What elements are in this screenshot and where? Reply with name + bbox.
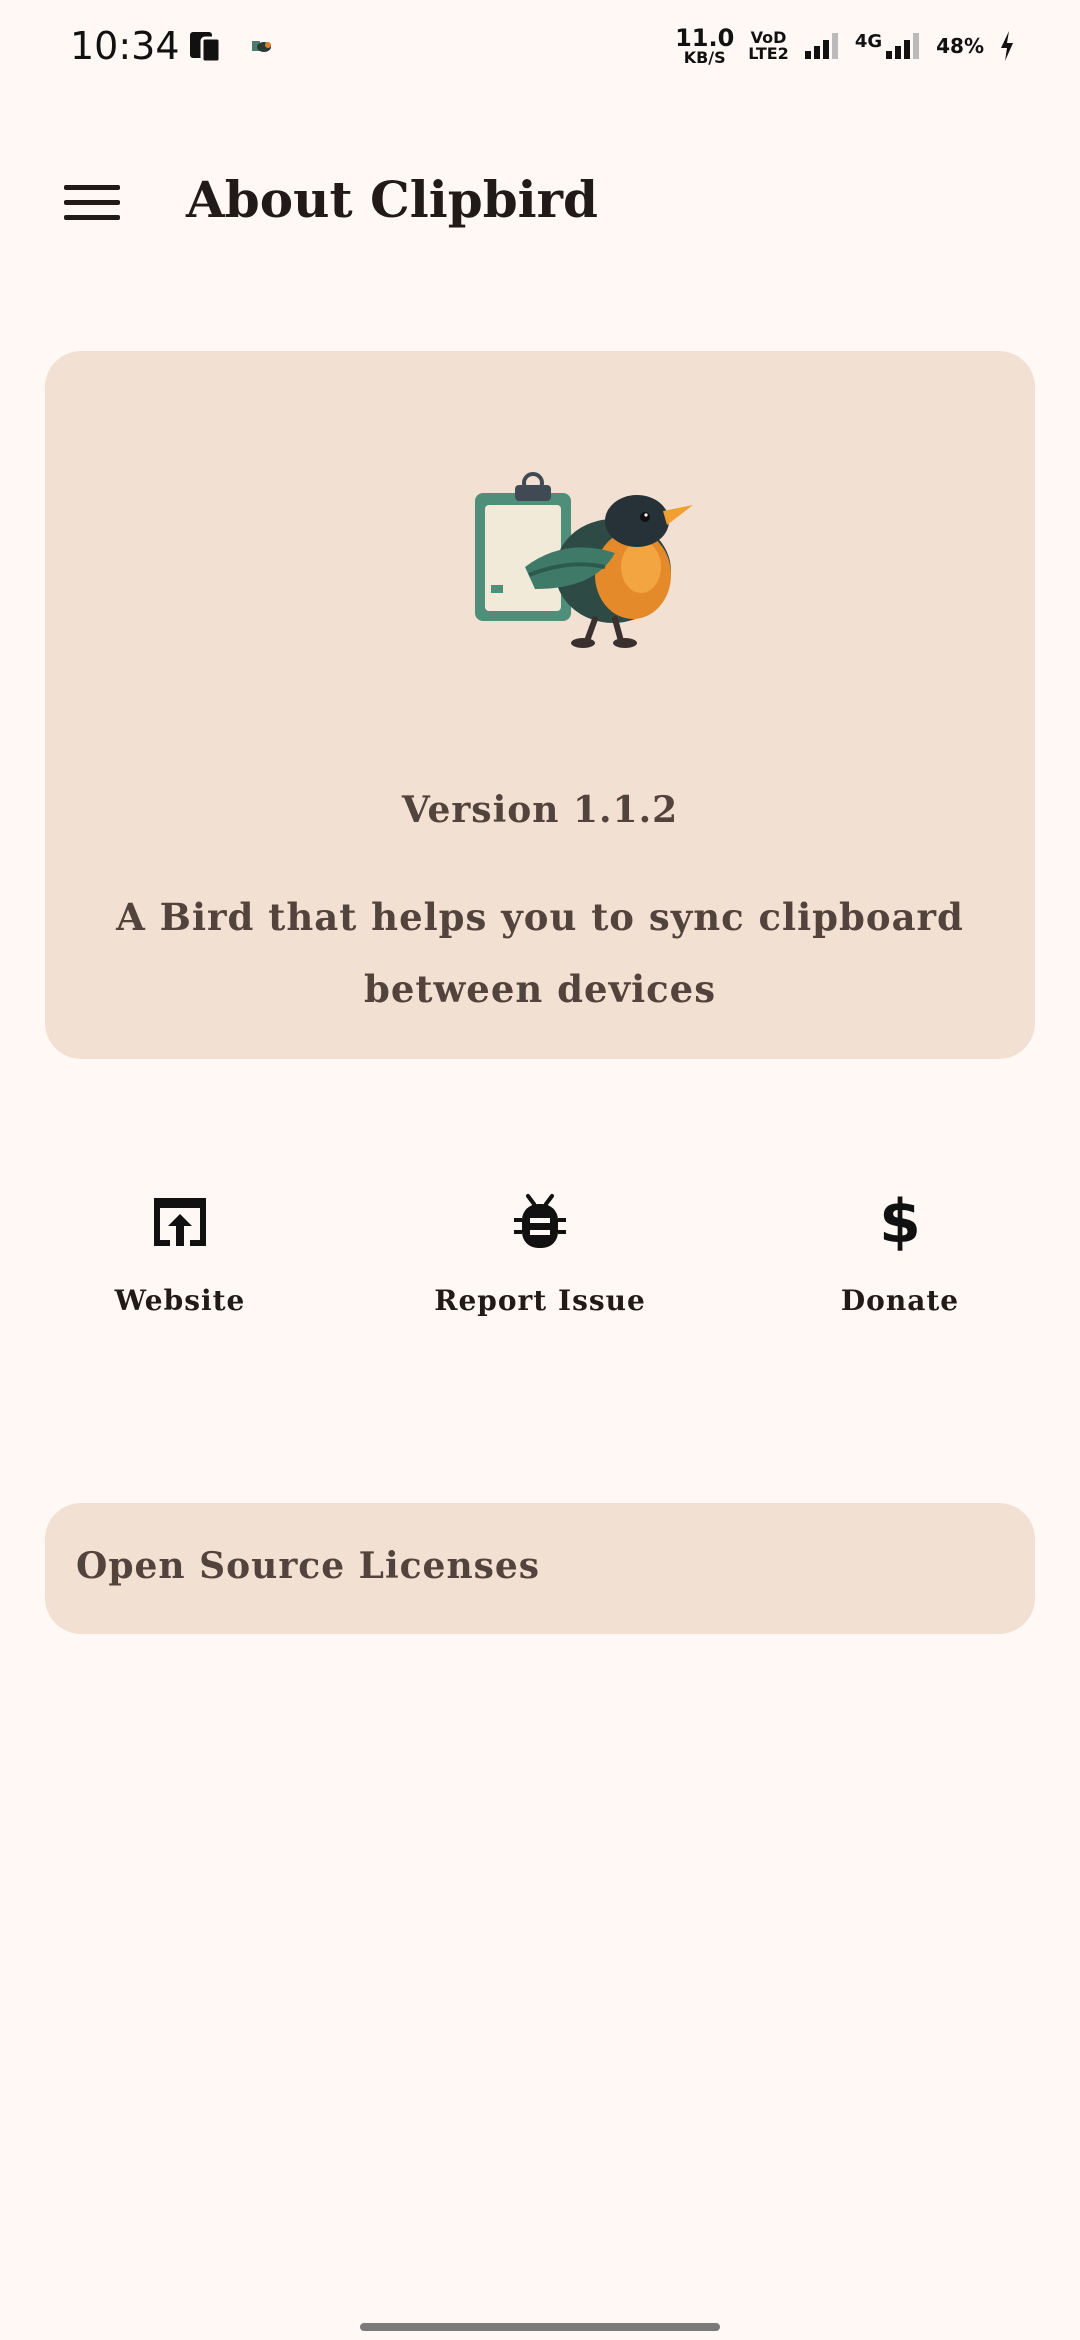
open-source-licenses-label: Open Source Licenses [76, 1545, 541, 1587]
app-description: A Bird that helps you to sync clipboard … [116, 895, 964, 1011]
hamburger-menu-icon-line [64, 214, 120, 220]
navigation-menu-button[interactable] [56, 172, 128, 232]
dollar-icon: $ [879, 1187, 921, 1257]
mobile-data-indicator: 4G [855, 31, 922, 61]
status-bar: 10:34 11.0 KB/S VoD LTE2 4G 48% [0, 0, 1080, 96]
hamburger-menu-icon-line [64, 199, 120, 205]
clipbird-logo [475, 472, 693, 648]
network-speed-value: 11.0 [675, 24, 735, 52]
network-type-label: 4G [854, 31, 883, 52]
website-button[interactable]: Website [30, 1190, 330, 1317]
charging-bolt-icon [1001, 31, 1013, 61]
signal-strength-icon-2 [886, 33, 920, 59]
vod-indicator: VoD LTE2 [748, 30, 789, 62]
status-notification-icons [188, 30, 274, 64]
report-issue-label: Report Issue [434, 1284, 646, 1317]
status-right-icons: 11.0 KB/S VoD LTE2 4G 48% [675, 26, 1016, 66]
home-indicator[interactable] [360, 2323, 720, 2331]
app-version: Version 1.1.2 [401, 789, 679, 831]
hamburger-menu-icon-line [64, 184, 120, 190]
signal-strength-icon [804, 33, 838, 59]
report-issue-button[interactable]: Report Issue [390, 1190, 690, 1317]
network-speed: 11.0 KB/S [675, 26, 734, 66]
network-speed-unit: KB/S [683, 48, 726, 67]
device-connection-icon [190, 32, 222, 64]
battery-level: 48% [936, 34, 984, 58]
action-row: Website Report Issue $ Donate [0, 1190, 1080, 1350]
donate-label: Donate [840, 1284, 960, 1317]
bug-icon [508, 1190, 572, 1254]
website-label: Website [114, 1284, 246, 1317]
open-source-licenses-item[interactable]: Open Source Licenses [45, 1503, 1035, 1634]
donate-button[interactable]: $ Donate [750, 1190, 1050, 1317]
about-info-card: Version 1.1.2 A Bird that helps you to s… [45, 351, 1035, 1059]
open-in-browser-icon [148, 1190, 212, 1254]
top-app-bar: About Clipbird [0, 150, 1080, 254]
clipbird-notification-icon [252, 41, 271, 52]
page-title: About Clipbird [186, 170, 598, 229]
status-time: 10:34 [70, 24, 180, 68]
vod-bottom-label: LTE2 [748, 44, 789, 63]
